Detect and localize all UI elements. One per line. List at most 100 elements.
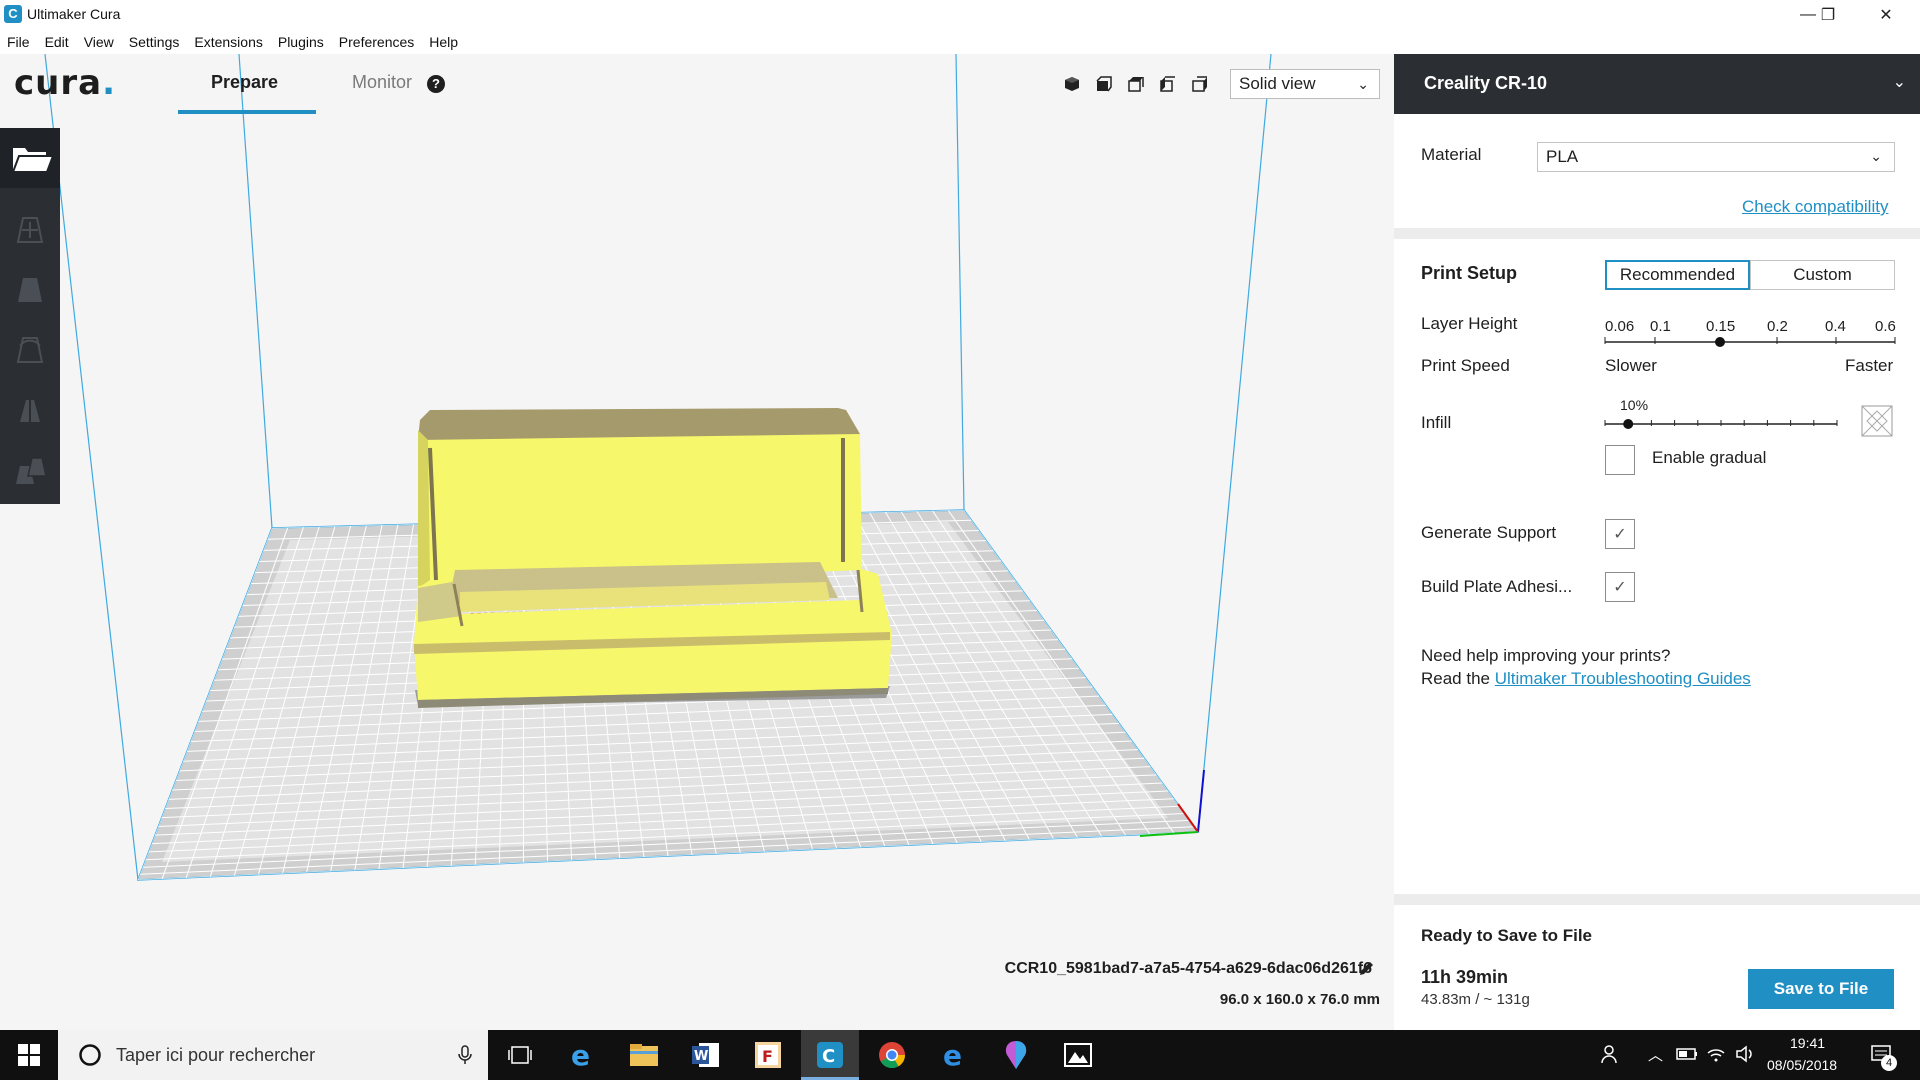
enable-gradual-checkbox[interactable] (1605, 445, 1635, 475)
layer-height-handle[interactable] (1715, 337, 1725, 347)
edit-pencil-icon[interactable] (1357, 960, 1375, 978)
menu-extensions[interactable]: Extensions (194, 34, 262, 50)
layer-tick-label[interactable]: 0.15 (1706, 318, 1735, 335)
infill-pattern-icon (1861, 405, 1893, 437)
view-right-icon[interactable] (1190, 74, 1210, 94)
svg-text:e: e (571, 1040, 590, 1070)
help-prefix: Read the (1421, 669, 1495, 688)
infill-slider[interactable] (1603, 416, 1839, 432)
close-button[interactable]: ✕ (1858, 0, 1914, 29)
chevron-down-icon: ⌄ (1892, 74, 1906, 91)
generate-support-checkbox[interactable]: ✓ (1605, 519, 1635, 549)
enable-gradual-label: Enable gradual (1652, 448, 1767, 467)
layer-height-slider[interactable] (1603, 334, 1897, 350)
file-explorer-icon[interactable] (615, 1030, 673, 1080)
speed-slower-label: Slower (1605, 356, 1657, 375)
filezilla-icon[interactable]: F (739, 1030, 797, 1080)
menu-file[interactable]: File (7, 34, 30, 50)
menu-view[interactable]: View (84, 34, 114, 50)
model-dimensions: 96.0 x 160.0 x 76.0 mm (1219, 991, 1380, 1008)
printer-name: Creality CR-10 (1424, 73, 1548, 93)
edge-icon[interactable]: e (925, 1030, 983, 1080)
windows-logo-icon (18, 1044, 40, 1066)
word-icon[interactable]: W (677, 1030, 735, 1080)
printer-selector[interactable]: Creality CR-10 ⌄ (1394, 54, 1920, 114)
photos-icon[interactable] (1049, 1030, 1107, 1080)
build-plate-adhesion-label: Build Plate Adhesi... (1421, 577, 1573, 596)
infill-value: 10% (1620, 397, 1649, 413)
view-front-icon[interactable] (1094, 74, 1114, 94)
paint3d-icon[interactable] (987, 1030, 1045, 1080)
view-left-icon[interactable] (1158, 74, 1178, 94)
window-title: Ultimaker Cura (27, 6, 121, 22)
infill-handle[interactable] (1623, 419, 1634, 429)
view-3d-icon[interactable] (1062, 74, 1082, 94)
material-label: Material (1421, 145, 1482, 164)
cura-icon[interactable]: C (801, 1030, 859, 1080)
recommended-button[interactable]: Recommended (1605, 260, 1750, 290)
menu-preferences[interactable]: Preferences (339, 34, 414, 50)
view-mode-select[interactable]: Solid view ⌄ (1230, 69, 1380, 99)
people-icon[interactable] (1600, 1043, 1622, 1070)
scale-icon[interactable] (12, 272, 48, 308)
z-axis (1197, 769, 1205, 833)
build-volume-scene (44, 54, 1272, 881)
layer-tick-label[interactable]: 0.6 (1875, 318, 1896, 335)
menu-plugins[interactable]: Plugins (278, 34, 324, 50)
ready-status: Ready to Save to File (1421, 926, 1592, 945)
layer-tick-label[interactable]: 0.1 (1650, 318, 1671, 335)
view-top-icon[interactable] (1126, 74, 1146, 94)
menu-help[interactable]: Help (429, 34, 458, 50)
cura-app-icon: C (4, 5, 22, 23)
material-select[interactable]: PLA ⌄ (1537, 142, 1895, 172)
title-bar: C Ultimaker Cura — ❐ ✕ (0, 0, 1920, 29)
volume-edge-right (1197, 54, 1272, 833)
task-view-icon[interactable] (491, 1030, 549, 1080)
wifi-icon[interactable] (1706, 1045, 1726, 1068)
layer-tick-label[interactable]: 0.4 (1825, 318, 1846, 335)
open-file-icon (11, 148, 55, 173)
model-file-name: CCR10_5981bad7-a7a5-4754-a629-6dac06d261… (1004, 960, 1372, 977)
taskbar-search[interactable]: Taper ici pour rechercher (58, 1030, 488, 1080)
svg-text:C: C (822, 1046, 835, 1067)
view-mode-value: Solid view (1239, 74, 1316, 93)
mirror-icon[interactable] (12, 392, 48, 428)
search-placeholder: Taper ici pour rechercher (116, 1044, 316, 1065)
checkmark-icon: ✓ (1613, 526, 1627, 543)
menu-settings[interactable]: Settings (129, 34, 180, 50)
material-usage: 43.83m / ~ 131g (1421, 991, 1530, 1008)
restore-button[interactable]: ❐ (1800, 0, 1856, 29)
per-model-settings-icon[interactable] (12, 452, 48, 488)
build-volume-viewport[interactable] (0, 54, 1394, 1030)
check-compatibility-link[interactable]: Check compatibility (1742, 197, 1888, 217)
tab-prepare[interactable]: Prepare (211, 72, 278, 93)
chrome-icon[interactable] (863, 1030, 921, 1080)
rotate-icon[interactable] (12, 332, 48, 368)
clock-date[interactable]: 08/05/2018 (1767, 1057, 1837, 1073)
build-plate-adhesion-checkbox[interactable]: ✓ (1605, 572, 1635, 602)
svg-text:e: e (943, 1040, 962, 1070)
internet-explorer-icon[interactable]: e (553, 1030, 611, 1080)
speed-faster-label: Faster (1845, 356, 1894, 375)
troubleshooting-link[interactable]: Ultimaker Troubleshooting Guides (1495, 669, 1751, 688)
clock-time[interactable]: 19:41 (1790, 1035, 1825, 1051)
move-icon[interactable] (12, 212, 48, 248)
volume-icon[interactable] (1735, 1045, 1757, 1068)
help-icon[interactable]: ? (427, 75, 445, 93)
custom-button[interactable]: Custom (1750, 260, 1895, 290)
show-hidden-icons-chevron-icon[interactable]: ︿ (1648, 1044, 1663, 1065)
microphone-icon[interactable] (458, 1045, 472, 1065)
open-file-button[interactable] (0, 128, 60, 188)
layer-tick-label[interactable]: 0.2 (1767, 318, 1788, 335)
start-button[interactable] (0, 1030, 58, 1080)
battery-icon[interactable] (1676, 1047, 1698, 1066)
notification-count-badge: 4 (1881, 1055, 1897, 1071)
tab-monitor[interactable]: Monitor (352, 72, 412, 93)
save-to-file-button[interactable]: Save to File (1748, 969, 1894, 1009)
layer-tick-label[interactable]: 0.06 (1605, 318, 1634, 335)
layer-height-label: Layer Height (1421, 314, 1518, 333)
print-time: 11h 39min (1421, 967, 1509, 987)
infill-label: Infill (1421, 413, 1452, 432)
menu-edit[interactable]: Edit (45, 34, 69, 50)
model-box[interactable] (414, 408, 892, 708)
